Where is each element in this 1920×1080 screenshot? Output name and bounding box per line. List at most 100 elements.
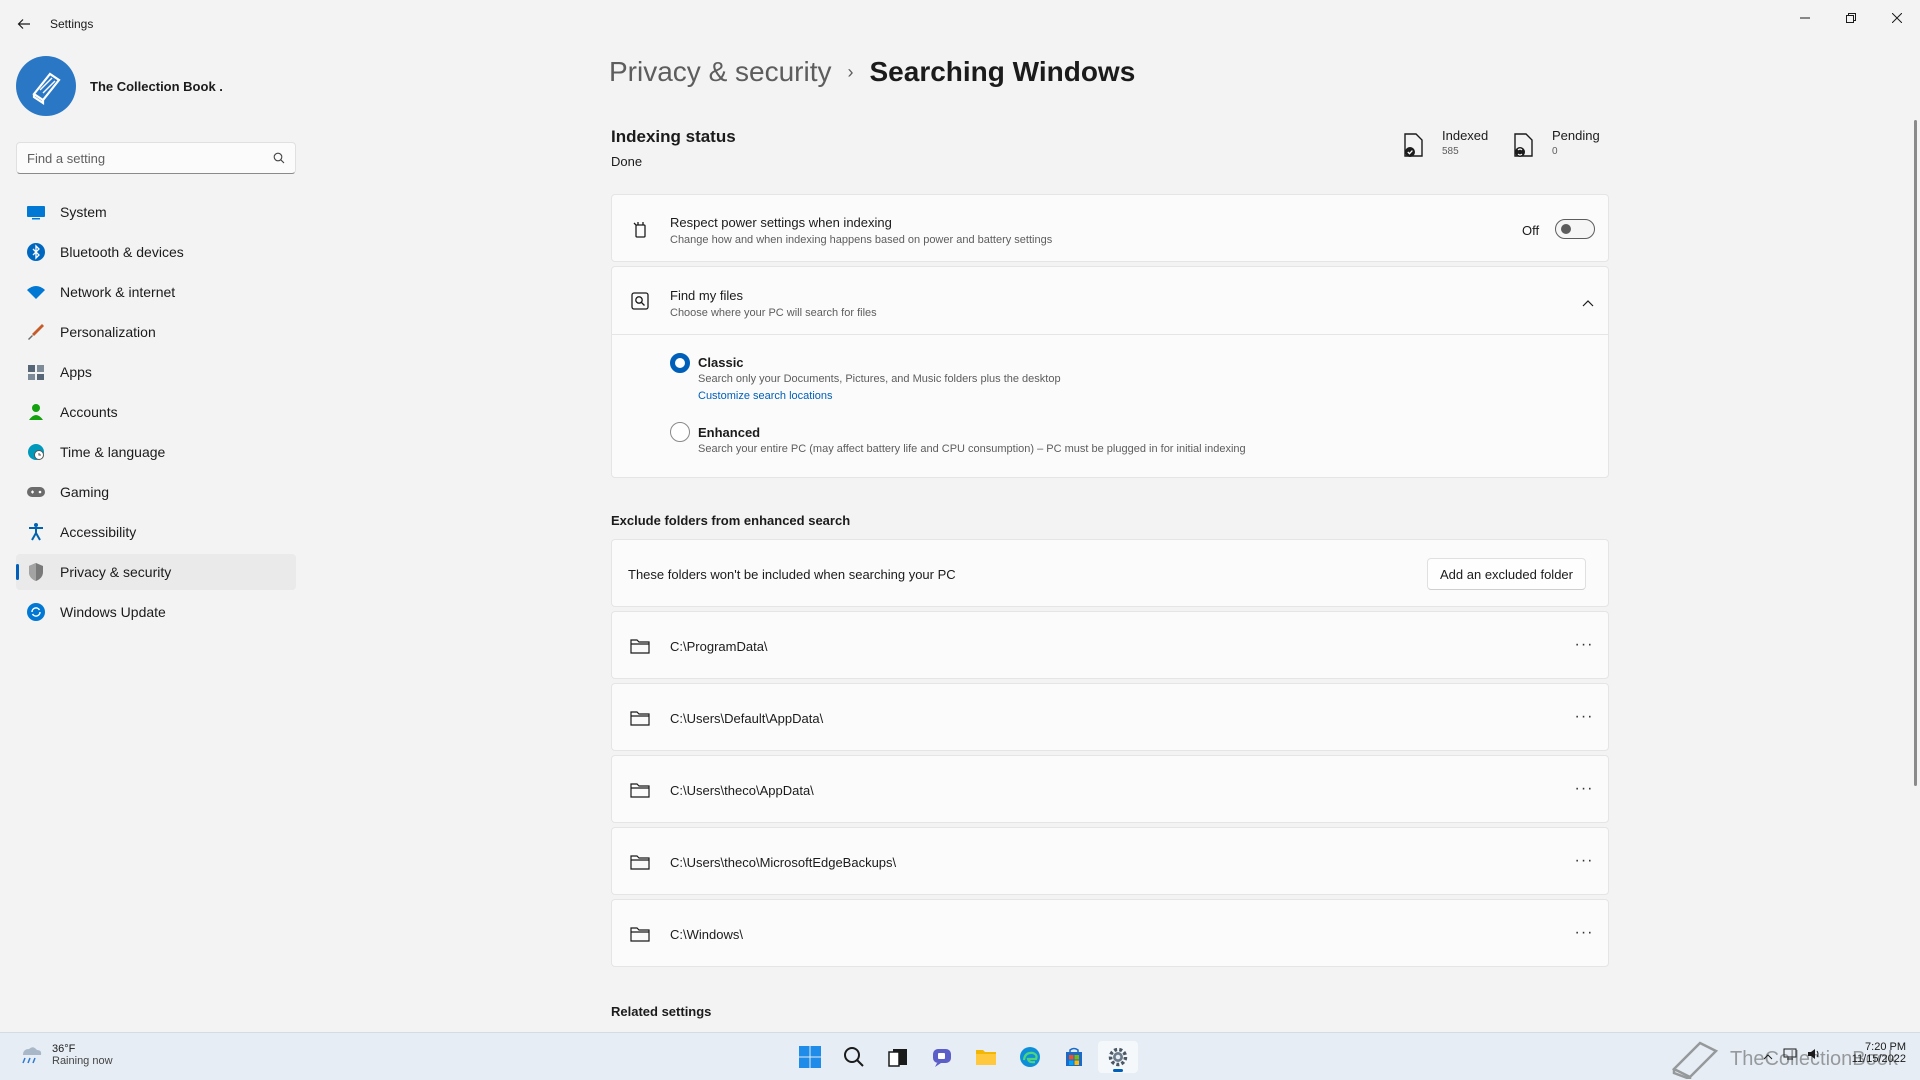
sidebar-item-label: Privacy & security [60, 564, 172, 580]
apps-icon [26, 362, 46, 382]
folder-icon [629, 923, 651, 945]
volume-icon[interactable] [1807, 1047, 1821, 1065]
customize-search-locations-link[interactable]: Customize search locations [698, 390, 833, 402]
sidebar-item-windows-update[interactable]: Windows Update [16, 594, 296, 630]
sidebar-item-privacy-security[interactable]: Privacy & security [16, 554, 296, 590]
task-view-button[interactable] [878, 1041, 918, 1073]
indexing-status-value: Done [611, 154, 643, 169]
toggle-knob [1561, 224, 1571, 234]
chevron-up-icon[interactable] [1582, 294, 1594, 312]
excluded-folder-row: C:\Users\theco\AppData\ ··· [611, 755, 1609, 823]
task-view-icon [888, 1049, 907, 1067]
settings-search-box[interactable] [16, 142, 296, 174]
network-icon[interactable] [1783, 1047, 1797, 1065]
clock-date: 11/15/2022 [1851, 1053, 1906, 1065]
sidebar-item-accessibility[interactable]: Accessibility [16, 514, 296, 550]
system-tray [1763, 1047, 1821, 1065]
sidebar-item-bluetooth[interactable]: Bluetooth & devices [16, 234, 296, 270]
accessibility-icon [26, 522, 46, 542]
settings-app-button[interactable] [1098, 1041, 1138, 1073]
more-options-button[interactable]: ··· [1566, 917, 1602, 949]
sidebar-item-label: Time & language [60, 444, 166, 460]
gamepad-icon [26, 482, 46, 502]
sidebar-item-time-language[interactable]: Time & language [16, 434, 296, 470]
user-profile[interactable]: The Collection Book . [16, 56, 223, 116]
more-options-icon: ··· [1574, 636, 1594, 653]
app-title: Settings [50, 17, 94, 31]
sidebar-item-network[interactable]: Network & internet [16, 274, 296, 310]
power-settings-toggle[interactable] [1555, 219, 1595, 239]
sidebar-item-label: Apps [60, 364, 92, 380]
folder-path: C:\Users\theco\MicrosoftEdgeBackups\ [670, 855, 897, 870]
file-explorer-button[interactable] [966, 1041, 1006, 1073]
sidebar-item-gaming[interactable]: Gaming [16, 474, 296, 510]
weather-temperature: 36°F [52, 1043, 76, 1055]
taskbar-search-button[interactable] [834, 1041, 874, 1073]
more-options-button[interactable]: ··· [1566, 701, 1602, 733]
back-button[interactable] [10, 10, 38, 38]
pending-file-icon [1514, 133, 1533, 157]
scrollbar[interactable] [1914, 120, 1917, 786]
restore-button[interactable] [1828, 4, 1874, 32]
power-settings-card: Respect power settings when indexing Cha… [611, 194, 1609, 262]
find-my-files-header[interactable]: Find my files Choose where your PC will … [612, 267, 1608, 335]
classic-radio[interactable] [670, 353, 690, 373]
indexing-status-title: Indexing status [611, 127, 736, 146]
folder-path: C:\Windows\ [670, 927, 743, 942]
weather-widget[interactable]: 36°F Raining now [16, 1041, 113, 1069]
more-options-icon: ··· [1574, 780, 1594, 797]
breadcrumb: Privacy & security › Searching Windows [609, 56, 1135, 88]
sidebar-item-accounts[interactable]: Accounts [16, 394, 296, 430]
folder-path: C:\ProgramData\ [670, 639, 768, 654]
avatar [16, 56, 76, 116]
profile-name: The Collection Book . [90, 78, 223, 94]
pending-label: Pending [1552, 128, 1600, 143]
book-watermark-icon [1671, 1041, 1719, 1079]
sidebar-item-label: Network & internet [60, 284, 176, 300]
chevron-up-icon[interactable] [1763, 1047, 1773, 1065]
breadcrumb-parent-link[interactable]: Privacy & security [609, 56, 832, 88]
excluded-folder-row: C:\Users\theco\MicrosoftEdgeBackups\ ··· [611, 827, 1609, 895]
edge-browser-button[interactable] [1010, 1041, 1050, 1073]
sidebar-item-apps[interactable]: Apps [16, 354, 296, 390]
more-options-button[interactable]: ··· [1566, 773, 1602, 805]
wifi-icon [26, 282, 46, 302]
clock-time: 7:20 PM [1865, 1041, 1906, 1053]
add-excluded-folder-button[interactable]: Add an excluded folder [1427, 558, 1586, 590]
title-bar: Settings [0, 0, 1920, 48]
microsoft-store-button[interactable] [1054, 1041, 1094, 1073]
minimize-button[interactable] [1782, 4, 1828, 32]
close-button[interactable] [1874, 4, 1920, 32]
related-settings-title: Related settings [611, 1004, 712, 1019]
folder-icon [629, 707, 651, 729]
excluded-folder-row: C:\ProgramData\ ··· [611, 611, 1609, 679]
folder-path: C:\Users\theco\AppData\ [670, 783, 814, 798]
bluetooth-icon [26, 242, 46, 262]
indexed-stat: Indexed 585 [1402, 128, 1488, 160]
teams-chat-button[interactable] [922, 1041, 962, 1073]
more-options-button[interactable]: ··· [1566, 629, 1602, 661]
taskbar-clock[interactable]: 7:20 PM 11/15/2022 [1840, 1041, 1906, 1065]
search-icon [844, 1047, 864, 1067]
search-file-icon [629, 290, 651, 312]
book-logo-icon [32, 72, 61, 106]
sidebar-item-system[interactable]: System [16, 194, 296, 230]
taskbar: 36°F Raining now TheCollectionBook 7:20 … [0, 1032, 1920, 1080]
update-icon [26, 602, 46, 622]
folder-icon [629, 779, 651, 801]
start-button[interactable] [790, 1041, 830, 1073]
power-toggle-state: Off [1522, 223, 1540, 238]
rain-cloud-icon [22, 1047, 42, 1064]
enhanced-radio[interactable] [670, 422, 690, 442]
sidebar-item-personalization[interactable]: Personalization [16, 314, 296, 350]
taskbar-apps [790, 1041, 1142, 1073]
sidebar-item-label: Accessibility [60, 524, 137, 540]
search-input[interactable] [27, 150, 273, 166]
more-options-icon: ··· [1574, 852, 1594, 869]
chat-icon [933, 1049, 951, 1067]
more-options-button[interactable]: ··· [1566, 845, 1602, 877]
page-title: Searching Windows [869, 56, 1136, 87]
edge-icon [1020, 1047, 1040, 1067]
shield-icon [26, 562, 46, 582]
find-my-files-subtitle: Choose where your PC will search for fil… [670, 307, 877, 319]
